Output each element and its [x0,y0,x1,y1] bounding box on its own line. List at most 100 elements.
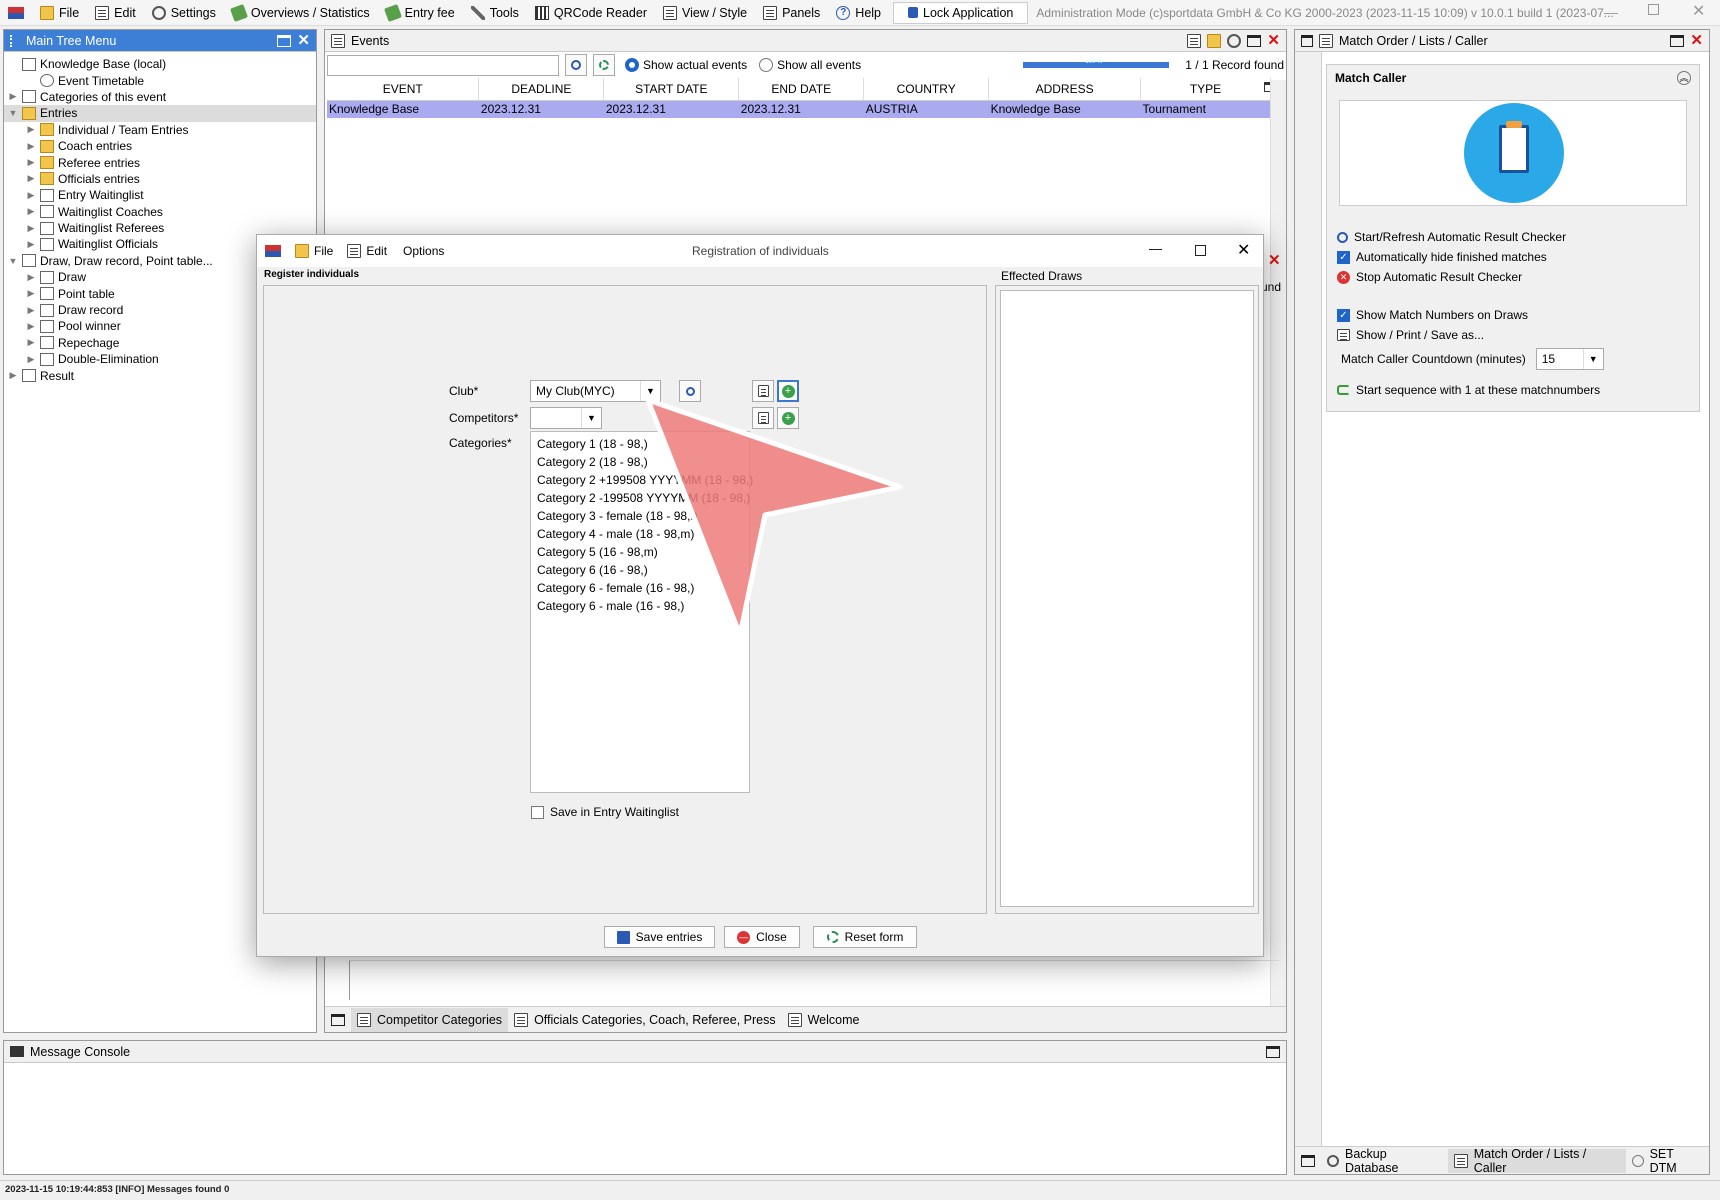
tree-item[interactable]: ▼ Entries [4,105,316,122]
column-header[interactable]: DEADLINE [478,78,605,101]
match-caller-option[interactable]: Start/Refresh Automatic Result Checker [1337,228,1566,246]
expand-arrow-icon[interactable]: ▶ [8,91,18,102]
expand-arrow-icon[interactable]: ▶ [8,370,18,381]
close-panel-button[interactable]: ✕ [1267,33,1280,48]
menu-edit[interactable]: Edit [87,0,144,26]
match-caller-option[interactable]: Show / Print / Save as... [1337,326,1484,344]
tree-item[interactable]: ▶ Officials entries [4,171,316,187]
expand-arrow-icon[interactable]: ▶ [26,272,36,283]
save-entries-button[interactable]: Save entries [604,926,715,948]
tree-item[interactable]: Event Timetable [4,72,316,88]
refresh-events-button[interactable] [593,54,615,76]
column-header[interactable]: COUNTRY [863,78,990,101]
club-add-button[interactable]: + [777,380,799,402]
club-edit-button[interactable] [752,380,774,402]
categories-list[interactable]: Category 1 (18 - 98,) Category 2 (18 - 98… [530,431,753,793]
close-panel-button[interactable]: ✕ [297,33,310,48]
refresh-icon[interactable] [1227,33,1242,48]
club-search-button[interactable] [679,380,701,402]
column-header[interactable]: END DATE [738,78,865,101]
tab-backup-database[interactable]: Backup Database [1321,1147,1448,1175]
restore-panel-button[interactable] [331,1013,345,1026]
expand-arrow-icon[interactable]: ▶ [26,124,36,135]
menu-file[interactable]: File [32,0,87,26]
column-header[interactable]: TYPE [1140,78,1271,101]
dialog-close-button[interactable]: ✕ [1237,240,1250,260]
category-list-item[interactable]: Category 6 - female (16 - 98,) [531,579,749,597]
menu-help[interactable]: ? Help [828,0,889,26]
tree-item[interactable]: Knowledge Base (local) [4,56,316,72]
menu-settings[interactable]: Settings [144,0,224,26]
search-button[interactable] [565,54,587,76]
expand-arrow-icon[interactable]: ▶ [26,288,36,299]
expand-arrow-icon[interactable]: ▶ [26,141,36,152]
dialog-maximize-button[interactable] [1195,245,1206,256]
tab-officials-categories[interactable]: Officials Categories, Coach, Referee, Pr… [508,1008,782,1032]
category-list-item[interactable]: Category 2 -199508 YYYYMM (18 - 98,) [531,489,750,507]
tab-match-order[interactable]: Match Order / Lists / Caller [1447,1147,1626,1175]
competitors-edit-button[interactable] [752,407,774,429]
close-panel-button[interactable]: ✕ [1690,33,1703,48]
category-list-item[interactable]: Category 5 (16 - 98,m) [531,543,749,561]
expand-arrow-icon[interactable]: ▶ [26,190,36,201]
tree-item[interactable]: ▶ Entry Waitinglist [4,187,316,203]
close-button[interactable]: — Close [724,926,800,948]
calendar-edit-icon[interactable] [1187,33,1202,48]
column-header[interactable]: ADDRESS [988,78,1142,101]
category-list-item[interactable]: Category 6 (16 - 98,) [531,561,749,579]
events-scrollbar[interactable] [1270,80,1286,1010]
column-header[interactable]: EVENT [327,78,480,101]
dialog-menu-file[interactable]: File [295,244,333,258]
match-caller-option[interactable]: ✕ Stop Automatic Result Checker [1337,268,1522,286]
competitors-add-button[interactable]: + [777,407,799,429]
effected-draws-list[interactable] [1000,290,1254,907]
menu-qrcode[interactable]: QRCode Reader [527,0,655,26]
menu-overviews[interactable]: Overviews / Statistics [224,0,378,26]
menu-entry-fee[interactable]: Entry fee [378,0,463,26]
tree-item[interactable]: ▶ Categories of this event [4,89,316,105]
expand-arrow-icon[interactable]: ▼ [8,256,18,266]
club-select[interactable]: My Club(MYC) ▼ [530,380,661,402]
maximize-panel-button[interactable] [277,34,292,47]
tree-item[interactable]: ▶ Waitinglist Coaches [4,204,316,220]
sequence-row[interactable]: Start sequence with 1 at these matchnumb… [1337,383,1600,397]
dialog-minimize-button[interactable]: — [1149,241,1162,256]
category-list-item[interactable]: Category 2 (18 - 98,) [531,453,749,471]
lock-application-button[interactable]: Lock Application [893,1,1029,24]
expand-arrow-icon[interactable]: ▶ [26,305,36,316]
category-list-item[interactable]: Category 2 +199508 YYYYMM (18 - 98,) [531,471,753,489]
dialog-menu-edit[interactable]: Edit [347,244,387,258]
category-list-item[interactable]: Category 1 (18 - 98,) [531,435,749,453]
menu-panels[interactable]: Panels [755,0,828,26]
collapse-icon[interactable]: ︽ [1677,71,1691,85]
expand-arrow-icon[interactable]: ▶ [26,206,36,217]
maximize-panel-button[interactable] [1670,34,1685,47]
tab-welcome[interactable]: Welcome [782,1008,866,1032]
expand-arrow-icon[interactable]: ▶ [26,157,36,168]
hidden-window-close-button[interactable]: ✕ [1268,253,1281,268]
expand-arrow-icon[interactable]: ▶ [26,321,36,332]
menu-tools[interactable]: Tools [463,0,527,26]
window-minimize-button[interactable]: — [1604,4,1618,20]
maximize-console-button[interactable] [1266,1045,1280,1058]
reset-form-button[interactable]: Reset form [813,926,917,948]
match-caller-option[interactable]: ✓ Show Match Numbers on Draws [1337,306,1528,324]
show-all-events-radio[interactable]: Show all events [759,58,861,72]
category-list-item[interactable]: Category 3 - female (18 - 98,f) [531,507,749,525]
expand-arrow-icon[interactable]: ▶ [26,239,36,250]
open-folder-icon[interactable] [1207,33,1222,48]
events-search-input[interactable] [327,54,559,76]
column-header[interactable]: START DATE [603,78,740,101]
tree-item[interactable]: ▶ Coach entries [4,138,316,154]
category-list-item[interactable]: Category 6 - male (16 - 98,) [531,597,749,615]
tab-competitor-categories[interactable]: Competitor Categories [351,1007,509,1032]
window-restore-button[interactable] [1648,4,1659,15]
menu-view-style[interactable]: View / Style [655,0,755,26]
expand-arrow-icon[interactable]: ▼ [8,108,18,118]
tree-item[interactable]: ▶ Individual / Team Entries [4,122,316,138]
window-close-button[interactable]: ✕ [1692,1,1705,21]
countdown-select[interactable]: 15 ▼ [1535,348,1604,370]
expand-arrow-icon[interactable]: ▶ [26,173,36,184]
panel-restore-icon[interactable] [1301,34,1313,47]
expand-arrow-icon[interactable]: ▶ [26,337,36,348]
